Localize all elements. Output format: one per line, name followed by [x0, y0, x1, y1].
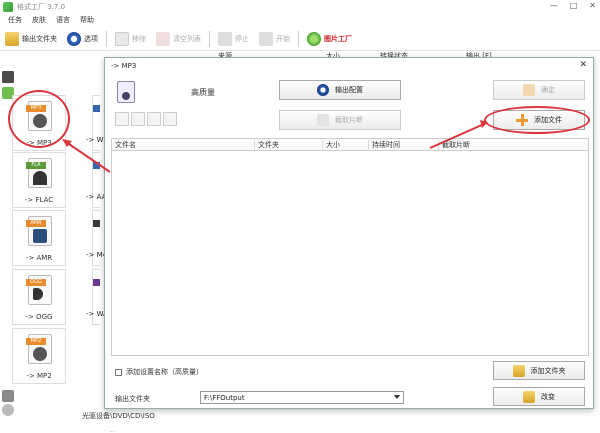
- col-filename[interactable]: 文件名: [112, 140, 254, 150]
- main-toolbar: 输出文件夹 选项 移除 清空列表 停止 开始 图片工厂: [0, 27, 600, 51]
- output-folder-button[interactable]: 输出文件夹: [0, 28, 62, 50]
- format-tile-ogg[interactable]: OGG -> OGG: [12, 269, 66, 325]
- toolbar-separator: [106, 30, 107, 47]
- mini-tool-4[interactable]: [163, 112, 177, 126]
- clear-list-button[interactable]: 清空列表: [151, 28, 206, 50]
- minimize-button[interactable]: —: [550, 1, 558, 10]
- mp3-format-icon: [117, 81, 135, 103]
- quality-label: 高质量: [191, 88, 215, 97]
- device-icon[interactable]: [2, 390, 14, 402]
- output-config-icon: [317, 84, 329, 96]
- ogg-file-icon: OGG: [26, 275, 52, 305]
- list-mini-toolbar: [115, 112, 177, 126]
- add-setting-name-row[interactable]: 添加设置名称（高质量）: [115, 367, 203, 377]
- menu-item-language[interactable]: 语言: [56, 15, 70, 25]
- output-config-button[interactable]: 输出配置: [279, 80, 401, 100]
- annotation-circle-mp3: [8, 90, 70, 148]
- format-tile-flac[interactable]: FLA -> FLAC: [12, 152, 66, 208]
- file-list-table[interactable]: 文件名 文件夹 大小 持续时间 截取片断: [111, 138, 589, 356]
- picture-factory-button[interactable]: 图片工厂: [302, 28, 357, 50]
- stop-icon: [218, 31, 232, 46]
- clear-x-icon: [156, 31, 170, 46]
- output-folder-label: 输出文件夹: [115, 395, 150, 403]
- col-duration[interactable]: 持续时间: [368, 140, 438, 150]
- options-button[interactable]: 选项: [62, 28, 103, 50]
- menu-item-task[interactable]: 任务: [8, 15, 22, 25]
- output-folder-select[interactable]: F:\FFOutput: [200, 391, 404, 404]
- maximize-button[interactable]: □: [570, 1, 578, 10]
- remove-button[interactable]: 移除: [110, 28, 151, 50]
- menu-item-help[interactable]: 帮助: [80, 15, 94, 25]
- change-button[interactable]: 改变: [493, 387, 585, 406]
- dialog-title: -> MP3: [111, 62, 137, 70]
- folder-icon: [5, 31, 19, 46]
- remove-icon: [115, 31, 129, 46]
- format-tile-mp2[interactable]: MP2 -> MP2: [12, 328, 66, 384]
- clip-button[interactable]: 截取片断: [279, 110, 401, 130]
- mini-tool-3[interactable]: [147, 112, 161, 126]
- options-icon: [67, 31, 81, 46]
- table-header: 文件名 文件夹 大小 持续时间 截取片断: [112, 139, 588, 151]
- add-folder-icon: [512, 364, 525, 377]
- window-controls: — □ ✕: [550, 1, 596, 10]
- mini-tool-2[interactable]: [131, 112, 145, 126]
- start-icon: [259, 31, 273, 46]
- film-icon: [2, 71, 14, 83]
- col-folder[interactable]: 文件夹: [254, 140, 322, 150]
- disc-icon[interactable]: [2, 404, 14, 416]
- col-size[interactable]: 大小: [322, 140, 368, 150]
- toolbar-separator: [298, 30, 299, 47]
- confirm-icon: [523, 84, 535, 96]
- change-folder-icon: [523, 390, 535, 403]
- mp2-file-icon: MP2: [26, 334, 52, 364]
- app-titlebar: 格式工厂 3.7.0 — □ ✕: [0, 0, 600, 13]
- headphones-icon: [33, 171, 47, 185]
- device-sub: ..: [110, 426, 115, 433]
- start-button[interactable]: 开始: [254, 28, 295, 50]
- mini-tool-1[interactable]: [115, 112, 129, 126]
- picture-factory-icon: [307, 31, 321, 46]
- speaker-icon: [33, 347, 47, 361]
- stop-button[interactable]: 停止: [213, 28, 254, 50]
- music-note-icon: [33, 288, 43, 300]
- dialog-titlebar: -> MP3 ✕: [105, 58, 593, 74]
- format-tile-amr[interactable]: AMR -> AMR: [12, 210, 66, 266]
- clip-icon: [317, 114, 329, 126]
- menu-item-skin[interactable]: 皮肤: [32, 15, 46, 25]
- amr-file-icon: AMR: [26, 216, 52, 246]
- close-button[interactable]: ✕: [589, 1, 596, 10]
- app-title: 格式工厂 3.7.0: [17, 2, 66, 11]
- add-setting-name-checkbox[interactable]: [115, 368, 122, 376]
- toolbar-separator: [209, 30, 210, 47]
- flac-file-icon: FLA: [26, 158, 52, 188]
- menu-bar: 任务 皮肤 语言 帮助: [0, 13, 600, 27]
- app-logo-icon: [3, 1, 13, 12]
- annotation-circle-add-file: [484, 106, 590, 134]
- phone-icon: [33, 229, 47, 243]
- add-folder-button[interactable]: 添加文件夹: [493, 361, 585, 380]
- col-clip[interactable]: 截取片断: [438, 140, 590, 150]
- device-label: 光驱设备\DVD\CD\ISO: [82, 412, 155, 420]
- chevron-down-icon: [394, 395, 400, 399]
- dialog-close-button[interactable]: ✕: [579, 60, 587, 70]
- confirm-button[interactable]: 确定: [493, 80, 585, 100]
